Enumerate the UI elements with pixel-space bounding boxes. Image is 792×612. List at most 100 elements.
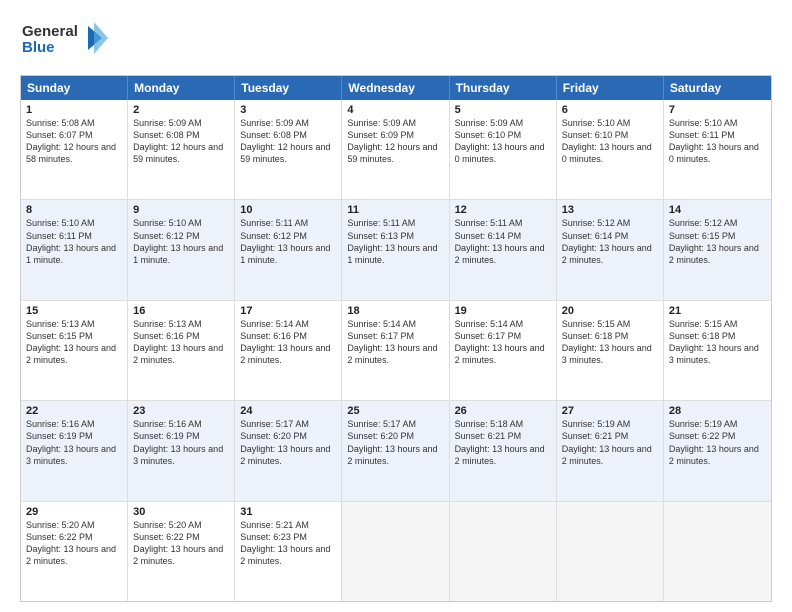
header-day-thursday: Thursday [450, 76, 557, 100]
calendar-cell-16: 16Sunrise: 5:13 AM Sunset: 6:16 PM Dayli… [128, 301, 235, 400]
cell-info: Sunrise: 5:11 AM Sunset: 6:13 PM Dayligh… [347, 217, 443, 266]
day-number: 9 [133, 204, 229, 216]
calendar-cell-2: 2Sunrise: 5:09 AM Sunset: 6:08 PM Daylig… [128, 100, 235, 199]
header-day-monday: Monday [128, 76, 235, 100]
day-number: 30 [133, 506, 229, 518]
cell-info: Sunrise: 5:12 AM Sunset: 6:15 PM Dayligh… [669, 217, 766, 266]
day-number: 5 [455, 104, 551, 116]
day-number: 15 [26, 305, 122, 317]
day-number: 11 [347, 204, 443, 216]
calendar-cell-21: 21Sunrise: 5:15 AM Sunset: 6:18 PM Dayli… [664, 301, 771, 400]
page: General Blue SundayMondayTuesdayWednesda… [0, 0, 792, 612]
calendar-cell-empty [664, 502, 771, 601]
cell-info: Sunrise: 5:14 AM Sunset: 6:16 PM Dayligh… [240, 318, 336, 367]
calendar-cell-24: 24Sunrise: 5:17 AM Sunset: 6:20 PM Dayli… [235, 401, 342, 500]
calendar-cell-4: 4Sunrise: 5:09 AM Sunset: 6:09 PM Daylig… [342, 100, 449, 199]
cell-info: Sunrise: 5:21 AM Sunset: 6:23 PM Dayligh… [240, 519, 336, 568]
day-number: 6 [562, 104, 658, 116]
calendar-cell-20: 20Sunrise: 5:15 AM Sunset: 6:18 PM Dayli… [557, 301, 664, 400]
cell-info: Sunrise: 5:17 AM Sunset: 6:20 PM Dayligh… [240, 418, 336, 467]
cell-info: Sunrise: 5:11 AM Sunset: 6:14 PM Dayligh… [455, 217, 551, 266]
day-number: 20 [562, 305, 658, 317]
header-day-wednesday: Wednesday [342, 76, 449, 100]
cell-info: Sunrise: 5:18 AM Sunset: 6:21 PM Dayligh… [455, 418, 551, 467]
calendar-cell-18: 18Sunrise: 5:14 AM Sunset: 6:17 PM Dayli… [342, 301, 449, 400]
calendar-row-2: 15Sunrise: 5:13 AM Sunset: 6:15 PM Dayli… [21, 300, 771, 400]
calendar: SundayMondayTuesdayWednesdayThursdayFrid… [20, 75, 772, 602]
day-number: 16 [133, 305, 229, 317]
calendar-header: SundayMondayTuesdayWednesdayThursdayFrid… [21, 76, 771, 100]
cell-info: Sunrise: 5:11 AM Sunset: 6:12 PM Dayligh… [240, 217, 336, 266]
calendar-cell-empty [557, 502, 664, 601]
calendar-cell-5: 5Sunrise: 5:09 AM Sunset: 6:10 PM Daylig… [450, 100, 557, 199]
calendar-cell-27: 27Sunrise: 5:19 AM Sunset: 6:21 PM Dayli… [557, 401, 664, 500]
day-number: 13 [562, 204, 658, 216]
cell-info: Sunrise: 5:12 AM Sunset: 6:14 PM Dayligh… [562, 217, 658, 266]
cell-info: Sunrise: 5:14 AM Sunset: 6:17 PM Dayligh… [455, 318, 551, 367]
calendar-cell-13: 13Sunrise: 5:12 AM Sunset: 6:14 PM Dayli… [557, 200, 664, 299]
header-day-friday: Friday [557, 76, 664, 100]
calendar-cell-empty [450, 502, 557, 601]
cell-info: Sunrise: 5:15 AM Sunset: 6:18 PM Dayligh… [562, 318, 658, 367]
calendar-cell-26: 26Sunrise: 5:18 AM Sunset: 6:21 PM Dayli… [450, 401, 557, 500]
calendar-row-3: 22Sunrise: 5:16 AM Sunset: 6:19 PM Dayli… [21, 400, 771, 500]
day-number: 24 [240, 405, 336, 417]
calendar-cell-22: 22Sunrise: 5:16 AM Sunset: 6:19 PM Dayli… [21, 401, 128, 500]
day-number: 19 [455, 305, 551, 317]
cell-info: Sunrise: 5:13 AM Sunset: 6:16 PM Dayligh… [133, 318, 229, 367]
calendar-row-1: 8Sunrise: 5:10 AM Sunset: 6:11 PM Daylig… [21, 199, 771, 299]
calendar-cell-30: 30Sunrise: 5:20 AM Sunset: 6:22 PM Dayli… [128, 502, 235, 601]
day-number: 1 [26, 104, 122, 116]
cell-info: Sunrise: 5:19 AM Sunset: 6:22 PM Dayligh… [669, 418, 766, 467]
day-number: 14 [669, 204, 766, 216]
day-number: 25 [347, 405, 443, 417]
cell-info: Sunrise: 5:09 AM Sunset: 6:09 PM Dayligh… [347, 117, 443, 166]
calendar-cell-14: 14Sunrise: 5:12 AM Sunset: 6:15 PM Dayli… [664, 200, 771, 299]
calendar-row-4: 29Sunrise: 5:20 AM Sunset: 6:22 PM Dayli… [21, 501, 771, 601]
calendar-cell-10: 10Sunrise: 5:11 AM Sunset: 6:12 PM Dayli… [235, 200, 342, 299]
logo-icon: General Blue [20, 18, 110, 60]
calendar-cell-8: 8Sunrise: 5:10 AM Sunset: 6:11 PM Daylig… [21, 200, 128, 299]
cell-info: Sunrise: 5:19 AM Sunset: 6:21 PM Dayligh… [562, 418, 658, 467]
day-number: 31 [240, 506, 336, 518]
day-number: 28 [669, 405, 766, 417]
day-number: 18 [347, 305, 443, 317]
logo: General Blue [20, 18, 110, 65]
header-day-saturday: Saturday [664, 76, 771, 100]
header-day-tuesday: Tuesday [235, 76, 342, 100]
day-number: 10 [240, 204, 336, 216]
calendar-cell-25: 25Sunrise: 5:17 AM Sunset: 6:20 PM Dayli… [342, 401, 449, 500]
cell-info: Sunrise: 5:14 AM Sunset: 6:17 PM Dayligh… [347, 318, 443, 367]
day-number: 4 [347, 104, 443, 116]
calendar-cell-1: 1Sunrise: 5:08 AM Sunset: 6:07 PM Daylig… [21, 100, 128, 199]
header: General Blue [20, 18, 772, 65]
cell-info: Sunrise: 5:10 AM Sunset: 6:11 PM Dayligh… [26, 217, 122, 266]
day-number: 3 [240, 104, 336, 116]
calendar-row-0: 1Sunrise: 5:08 AM Sunset: 6:07 PM Daylig… [21, 100, 771, 199]
day-number: 21 [669, 305, 766, 317]
cell-info: Sunrise: 5:09 AM Sunset: 6:08 PM Dayligh… [240, 117, 336, 166]
calendar-cell-9: 9Sunrise: 5:10 AM Sunset: 6:12 PM Daylig… [128, 200, 235, 299]
calendar-body: 1Sunrise: 5:08 AM Sunset: 6:07 PM Daylig… [21, 100, 771, 601]
calendar-cell-31: 31Sunrise: 5:21 AM Sunset: 6:23 PM Dayli… [235, 502, 342, 601]
calendar-cell-12: 12Sunrise: 5:11 AM Sunset: 6:14 PM Dayli… [450, 200, 557, 299]
calendar-cell-23: 23Sunrise: 5:16 AM Sunset: 6:19 PM Dayli… [128, 401, 235, 500]
calendar-cell-3: 3Sunrise: 5:09 AM Sunset: 6:08 PM Daylig… [235, 100, 342, 199]
cell-info: Sunrise: 5:10 AM Sunset: 6:10 PM Dayligh… [562, 117, 658, 166]
day-number: 22 [26, 405, 122, 417]
calendar-cell-19: 19Sunrise: 5:14 AM Sunset: 6:17 PM Dayli… [450, 301, 557, 400]
calendar-cell-7: 7Sunrise: 5:10 AM Sunset: 6:11 PM Daylig… [664, 100, 771, 199]
cell-info: Sunrise: 5:10 AM Sunset: 6:11 PM Dayligh… [669, 117, 766, 166]
cell-info: Sunrise: 5:10 AM Sunset: 6:12 PM Dayligh… [133, 217, 229, 266]
day-number: 26 [455, 405, 551, 417]
cell-info: Sunrise: 5:20 AM Sunset: 6:22 PM Dayligh… [26, 519, 122, 568]
calendar-cell-17: 17Sunrise: 5:14 AM Sunset: 6:16 PM Dayli… [235, 301, 342, 400]
cell-info: Sunrise: 5:20 AM Sunset: 6:22 PM Dayligh… [133, 519, 229, 568]
svg-text:Blue: Blue [22, 39, 55, 56]
day-number: 7 [669, 104, 766, 116]
calendar-cell-empty [342, 502, 449, 601]
calendar-cell-28: 28Sunrise: 5:19 AM Sunset: 6:22 PM Dayli… [664, 401, 771, 500]
day-number: 12 [455, 204, 551, 216]
cell-info: Sunrise: 5:16 AM Sunset: 6:19 PM Dayligh… [26, 418, 122, 467]
day-number: 23 [133, 405, 229, 417]
